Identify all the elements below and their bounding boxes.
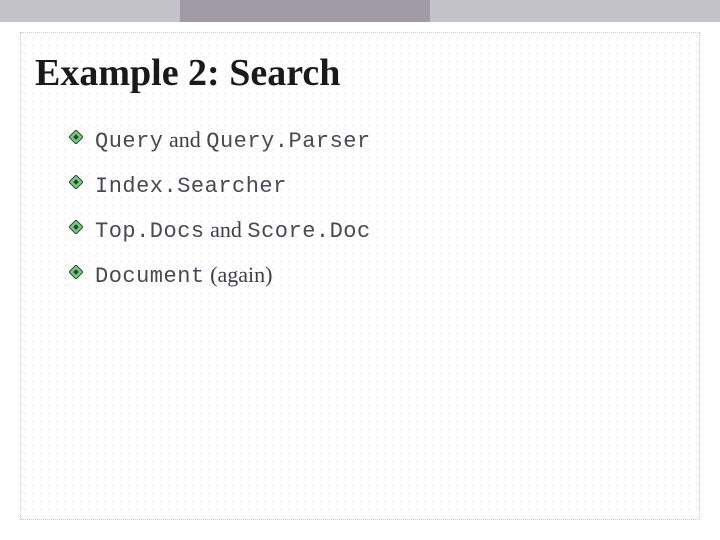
- diamond-icon: [69, 265, 83, 279]
- diamond-icon: [69, 175, 83, 189]
- text-run: Query: [95, 129, 164, 154]
- bullet-text-0: Query and Query.Parser: [95, 127, 371, 152]
- text-run: (again): [205, 262, 273, 287]
- header-accent: [180, 0, 430, 22]
- text-run: Query.Parser: [206, 129, 370, 154]
- slide-title: Example 2: Search: [35, 51, 689, 95]
- bullet-text-1: Index.Searcher: [95, 172, 287, 197]
- text-run: Document: [95, 264, 205, 289]
- diamond-icon: [69, 130, 83, 144]
- diamond-icon: [69, 220, 83, 234]
- list-item: Top.Docs and Score.Doc: [69, 213, 689, 248]
- list-item: Query and Query.Parser: [69, 123, 689, 158]
- bullet-text-2: Top.Docs and Score.Doc: [95, 217, 371, 242]
- bullet-list: Query and Query.Parser Index.Searcher To…: [69, 123, 689, 293]
- text-run: Top.Docs: [95, 219, 205, 244]
- header-bar: [0, 0, 720, 22]
- text-run: and: [164, 127, 207, 152]
- bullet-text-3: Document (again): [95, 262, 272, 287]
- text-run: Score.Doc: [247, 219, 370, 244]
- slide-frame: Example 2: Search Query and Query.Parser…: [20, 32, 700, 520]
- text-run: and: [205, 217, 248, 242]
- list-item: Index.Searcher: [69, 168, 689, 203]
- text-run: Index.Searcher: [95, 174, 287, 199]
- list-item: Document (again): [69, 258, 689, 293]
